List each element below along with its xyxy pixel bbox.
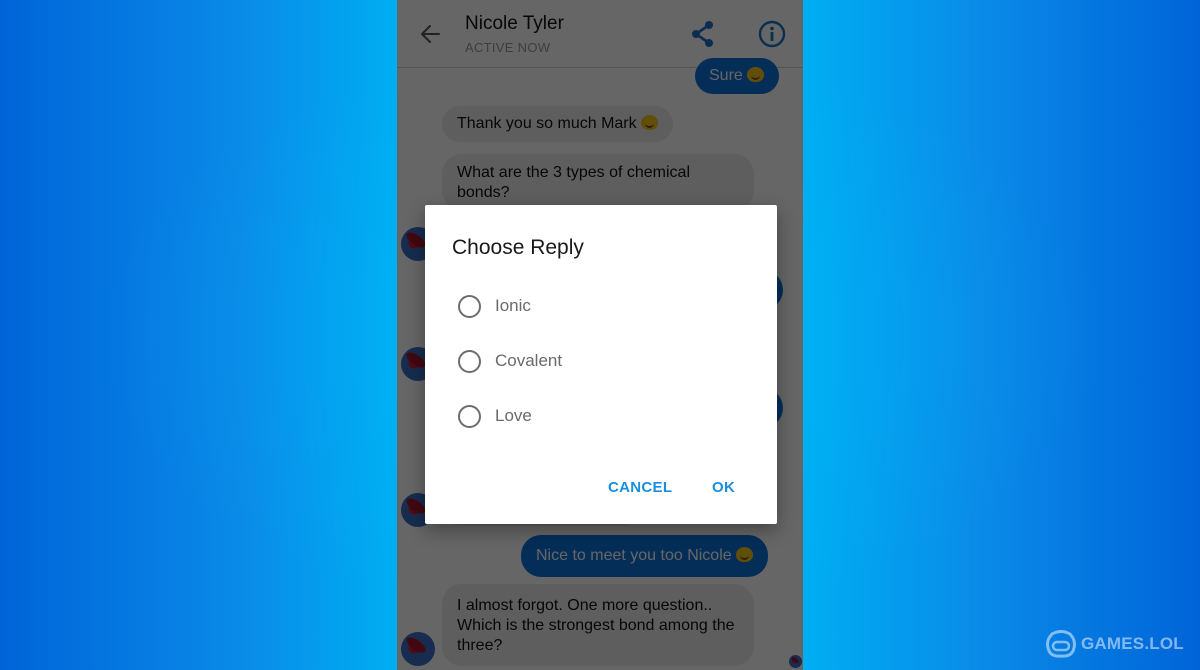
radio-button[interactable] [458,404,481,428]
phone-screen: Nicole Tyler ACTIVE NOW Sure Thank you s… [397,0,803,670]
radio-button[interactable] [458,294,481,318]
watermark-text: GAMES.LOL [1081,634,1184,653]
reply-option-love[interactable]: Love [458,401,532,431]
ok-button[interactable]: OK [712,479,735,496]
radio-button[interactable] [458,349,481,373]
choose-reply-dialog: Choose Reply Ionic Covalent Love CANCEL … [425,205,777,524]
dialog-title: Choose Reply [452,236,584,259]
reply-option-covalent[interactable]: Covalent [458,346,562,376]
gamepad-logo-icon [1046,630,1076,658]
games-lol-watermark: GAMES.LOL [1046,629,1184,659]
cancel-button[interactable]: CANCEL [608,479,672,496]
option-label: Ionic [495,296,531,315]
option-label: Covalent [495,351,563,370]
option-label: Love [495,406,532,425]
reply-option-ionic[interactable]: Ionic [458,291,531,321]
